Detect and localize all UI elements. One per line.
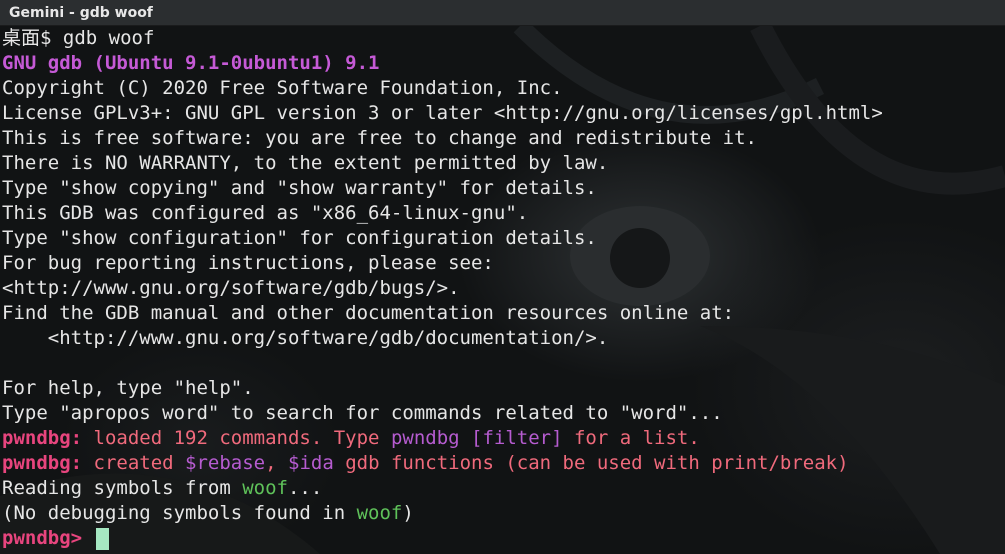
reading-text: Reading symbols from bbox=[2, 477, 243, 499]
pwndbg-prompt: pwndbg> bbox=[2, 527, 83, 549]
pwndbg-text: loaded 192 commands. Type bbox=[82, 427, 391, 449]
output-line: Type "apropos word" to search for comman… bbox=[2, 402, 723, 424]
output-line: This GDB was configured as "x86_64-linux… bbox=[2, 202, 529, 224]
no-debug-symbols-line: (No debugging symbols found in woof) bbox=[2, 501, 1005, 526]
output-line: <http://www.gnu.org/software/gdb/bugs/>. bbox=[2, 277, 460, 299]
reading-text: ... bbox=[287, 477, 323, 499]
output-line: For help, type "help". bbox=[2, 377, 254, 399]
nodebug-text: ) bbox=[402, 502, 414, 524]
terminal-output: 桌面$ gdb woof GNU gdb (Ubuntu 9.1-0ubuntu… bbox=[2, 26, 1005, 551]
text-cursor[interactable] bbox=[95, 527, 109, 550]
pwndbg-text: created bbox=[82, 452, 186, 474]
nodebug-text: (No debugging symbols found in bbox=[2, 502, 357, 524]
output-line: For bug reporting instructions, please s… bbox=[2, 252, 494, 274]
output-line: Find the GDB manual and other documentat… bbox=[2, 302, 735, 324]
reading-symbols-line: Reading symbols from woof... bbox=[2, 476, 1005, 501]
terminal-area[interactable]: 桌面$ gdb woof GNU gdb (Ubuntu 9.1-0ubuntu… bbox=[0, 26, 1005, 554]
output-line: This is free software: you are free to c… bbox=[2, 127, 757, 149]
pwndbg-text: , bbox=[265, 452, 288, 474]
binary-filename: woof bbox=[356, 502, 403, 524]
output-line: License GPLv3+: GNU GPL version 3 or lat… bbox=[2, 102, 883, 124]
terminal-window: Gemini - gdb woof 桌面$ gdb woof GNU gdb (… bbox=[0, 0, 1005, 554]
output-line: Type "show configuration" for configurat… bbox=[2, 227, 597, 249]
output-line: Type "show copying" and "show warranty" … bbox=[2, 177, 597, 199]
output-line: Copyright (C) 2020 Free Software Foundat… bbox=[2, 77, 563, 99]
binary-filename: woof bbox=[242, 477, 288, 499]
shell-prompt-line: 桌面$ gdb woof bbox=[2, 27, 155, 49]
window-title: Gemini - gdb woof bbox=[0, 0, 1005, 26]
output-line: <http://www.gnu.org/software/gdb/documen… bbox=[2, 327, 609, 349]
pwndbg-function: $ida bbox=[288, 452, 334, 474]
output-line: There is NO WARRANTY, to the extent perm… bbox=[2, 152, 609, 174]
pwndbg-tag: pwndbg: bbox=[2, 452, 83, 474]
pwndbg-function: $rebase bbox=[185, 452, 266, 474]
pwndbg-tag: pwndbg: bbox=[2, 427, 83, 449]
pwndbg-prompt-line[interactable]: pwndbg> bbox=[2, 526, 1005, 551]
pwndbg-command: pwndbg [filter] bbox=[390, 427, 563, 449]
pwndbg-created-line: pwndbg: created $rebase, $ida gdb functi… bbox=[2, 451, 1005, 476]
pwndbg-text: gdb functions (can be used with print/br… bbox=[333, 452, 849, 474]
pwndbg-text: for a list. bbox=[562, 427, 700, 449]
gdb-banner: GNU gdb (Ubuntu 9.1-0ubuntu1) 9.1 bbox=[2, 52, 380, 74]
pwndbg-loaded-line: pwndbg: loaded 192 commands. Type pwndbg… bbox=[2, 426, 1005, 451]
